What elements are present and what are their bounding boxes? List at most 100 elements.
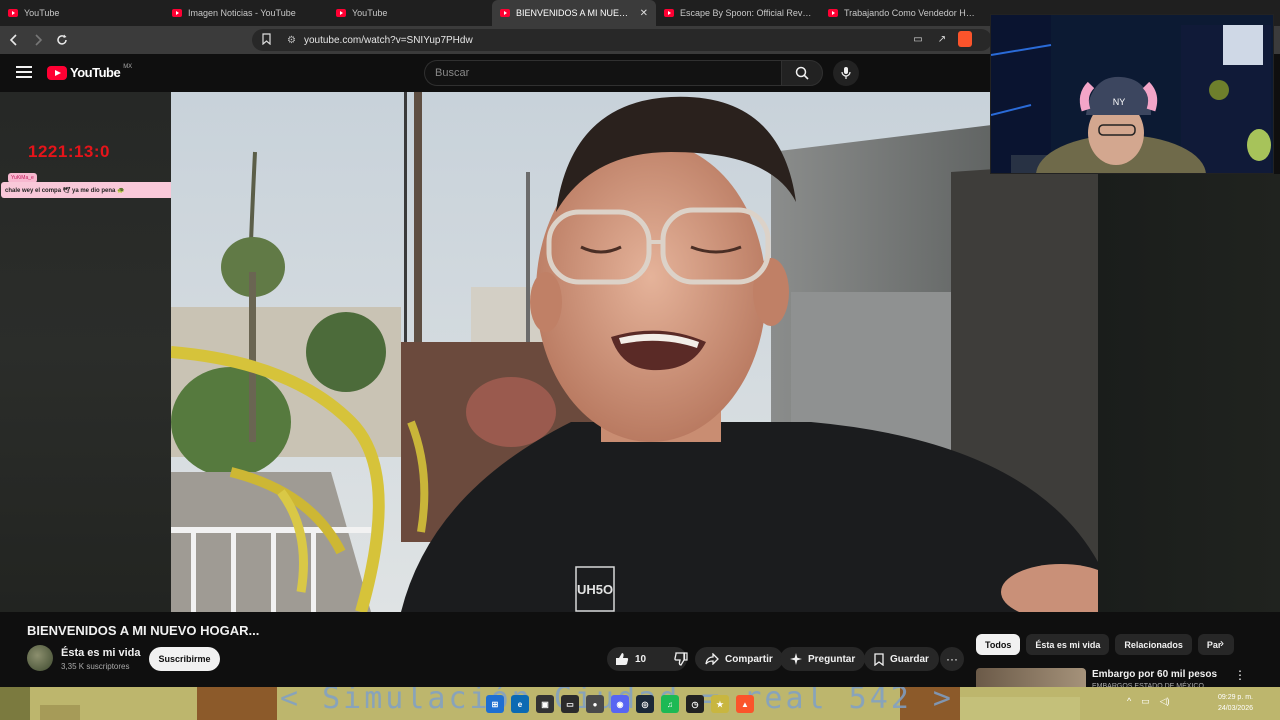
stream-timer: 1221:13:0 xyxy=(28,142,111,161)
search-button[interactable] xyxy=(781,60,823,86)
subscribe-button[interactable]: Suscribirme xyxy=(149,647,220,671)
ask-button[interactable]: Preguntar xyxy=(780,647,866,671)
country-code: MX xyxy=(123,63,133,70)
share-arrow-icon xyxy=(705,653,719,665)
share-label: Compartir xyxy=(725,653,773,665)
youtube-favicon-icon xyxy=(336,9,346,17)
webcam-overlay: NY xyxy=(990,14,1274,174)
video-player[interactable]: UH5O xyxy=(171,92,1098,612)
clock-date: 24/03/2026 xyxy=(1217,705,1253,712)
thumbs-down-icon xyxy=(674,652,688,666)
tab-close-icon[interactable]: ✕ xyxy=(640,8,648,19)
youtube-favicon-icon xyxy=(172,9,182,17)
logo-wordmark: YouTube xyxy=(70,65,121,80)
tab-title: Escape By Spoon: Official Reveal Trailer xyxy=(680,8,812,18)
video-frame-image: UH5O xyxy=(171,92,1098,612)
edge-icon[interactable]: e xyxy=(511,695,529,713)
discord-icon[interactable]: ◉ xyxy=(611,695,629,713)
tray-chevron-up-icon[interactable]: ^ xyxy=(1127,696,1131,707)
youtube-favicon-icon xyxy=(500,9,510,17)
cast-icon[interactable]: ▭ xyxy=(910,31,926,47)
game-app-icon[interactable]: ★ xyxy=(711,695,729,713)
save-label: Guardar xyxy=(890,653,929,665)
windows-start-icon[interactable]: ⊞ xyxy=(486,695,504,713)
sparkle-icon xyxy=(790,653,802,665)
search-icon xyxy=(795,66,809,80)
media-app-icon[interactable]: ▭ xyxy=(561,695,579,713)
back-arrow-icon[interactable] xyxy=(4,30,24,50)
like-dislike-group: 10 xyxy=(607,647,688,671)
chat-message: chale wey el compa 🕊 ya me dio pena 🐢 xyxy=(1,182,193,198)
recommendation-thumbnail[interactable] xyxy=(976,668,1086,688)
recorder-app-icon[interactable]: ▣ xyxy=(536,695,554,713)
recommendation-title[interactable]: Embargo por 60 mil pesos xyxy=(1092,669,1217,680)
taskbar: < Simulación Ciudad = real 542 > ⊞ e ▣ ▭… xyxy=(0,687,1280,720)
forward-arrow-icon[interactable] xyxy=(28,30,48,50)
microphone-icon xyxy=(841,67,851,79)
like-count: 10 xyxy=(635,653,647,665)
clock-time: 09:29 p. m. xyxy=(1217,694,1253,701)
voice-search-button[interactable] xyxy=(833,60,859,86)
tab-title: BIENVENIDOS A MI NUEVO HOGAR xyxy=(516,8,634,18)
chip-channel[interactable]: Ésta es mi vida xyxy=(1026,634,1110,655)
chip-todos[interactable]: Todos xyxy=(976,634,1021,655)
dislike-button[interactable] xyxy=(666,647,696,671)
channel-avatar[interactable] xyxy=(27,645,53,671)
more-actions-icon[interactable]: ··· xyxy=(940,647,964,671)
bookmark-icon[interactable] xyxy=(262,32,271,48)
tab-bienvenidos-active[interactable]: BIENVENIDOS A MI NUEVO HOGAR ✕ xyxy=(492,0,656,26)
related-filter-chips: Todos Ésta es mi vida Relacionados Par xyxy=(976,634,1234,655)
system-clock[interactable]: 09:29 p. m. 24/03/2026 xyxy=(1205,692,1253,714)
network-icon[interactable]: ▭ xyxy=(1141,696,1150,707)
shirt-print-text: UH5O xyxy=(577,582,613,597)
webcam-image: NY xyxy=(991,15,1273,173)
chevron-right-icon[interactable]: › xyxy=(1220,636,1224,650)
like-button[interactable]: 10 xyxy=(607,647,654,671)
stream-overlay-left xyxy=(0,92,171,612)
recommendation-menu-icon[interactable]: ⋮ xyxy=(1234,668,1246,682)
tab-imagen-noticias[interactable]: Imagen Noticias - YouTube xyxy=(164,0,328,26)
reload-icon[interactable] xyxy=(52,30,72,50)
watch-metadata: BIENVENIDOS A MI NUEVO HOGAR... Ésta es … xyxy=(0,612,1280,690)
address-bar-actions: ▭ ↗ xyxy=(910,31,972,47)
youtube-logo[interactable]: YouTube MX xyxy=(47,63,133,80)
channel-name[interactable]: Ésta es mi vida xyxy=(61,647,141,659)
search-input[interactable]: Buscar xyxy=(424,60,782,86)
site-settings-icon[interactable]: ⚙ xyxy=(287,35,296,46)
bookmark-save-icon xyxy=(874,652,884,666)
brave-shield-icon[interactable] xyxy=(958,31,972,47)
steam-icon[interactable]: ◎ xyxy=(636,695,654,713)
tab-title: YouTube xyxy=(352,8,388,18)
chip-relacionados[interactable]: Relacionados xyxy=(1115,634,1192,655)
hamburger-menu-icon[interactable] xyxy=(16,66,32,78)
tab-title: YouTube xyxy=(24,8,60,18)
chip-partial[interactable]: Par xyxy=(1197,634,1234,655)
url-field[interactable]: ⚙ youtube.com/watch?v=SNIYup7PHdw xyxy=(252,29,992,51)
share-button[interactable]: Compartir xyxy=(695,647,783,671)
brave-taskbar-icon[interactable]: ▲ xyxy=(736,695,754,713)
stream-overlay-right xyxy=(1098,174,1280,612)
volume-icon[interactable]: ◁) xyxy=(1160,696,1170,707)
save-button[interactable]: Guardar xyxy=(864,647,939,671)
tab-trabajando[interactable]: Trabajando Como Vendedor Hasta C xyxy=(820,0,984,26)
subscriber-count: 3,35 K suscriptores xyxy=(61,662,130,671)
tab-youtube-1[interactable]: YouTube xyxy=(0,0,164,26)
screen: YouTube Imagen Noticias - YouTube YouTub… xyxy=(0,0,1280,720)
share-icon[interactable]: ↗ xyxy=(934,31,950,47)
thumbs-up-icon xyxy=(616,653,629,665)
taskbar-apps: ⊞ e ▣ ▭ ● ◉ ◎ ♫ ◷ ★ ▲ xyxy=(486,695,754,713)
youtube-favicon-icon xyxy=(8,9,18,17)
spotify-icon[interactable]: ♫ xyxy=(661,695,679,713)
url-text: youtube.com/watch?v=SNIYup7PHdw xyxy=(303,34,473,46)
system-tray: ^ ▭ ◁) xyxy=(1127,696,1170,707)
youtube-favicon-icon xyxy=(664,9,674,17)
clock-app-icon[interactable]: ◷ xyxy=(686,695,704,713)
tab-escape-by-spoon[interactable]: Escape By Spoon: Official Reveal Trailer xyxy=(656,0,820,26)
youtube-play-logo-icon xyxy=(47,65,67,80)
tab-youtube-2[interactable]: YouTube xyxy=(328,0,492,26)
tab-title: Trabajando Como Vendedor Hasta C xyxy=(844,8,976,18)
ask-label: Preguntar xyxy=(808,653,856,665)
youtube-favicon-icon xyxy=(828,9,838,17)
tab-title: Imagen Noticias - YouTube xyxy=(188,8,296,18)
obs-icon[interactable]: ● xyxy=(586,695,604,713)
